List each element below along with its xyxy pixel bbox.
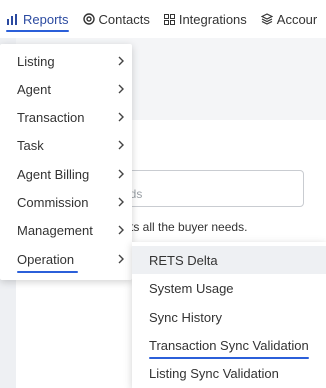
submenu-item-label: Transaction Sync Validation <box>149 337 309 359</box>
submenu-item-label: Listing Sync Validation <box>149 365 279 381</box>
submenu-item-rets-delta[interactable]: RETS Delta <box>132 246 326 274</box>
menu-item-transaction[interactable]: Transaction <box>0 103 132 131</box>
submenu-item-label: RETS Delta <box>149 252 218 268</box>
nav-integrations[interactable]: Integrations <box>158 0 247 38</box>
submenu-item-transaction-sync-validation[interactable]: Transaction Sync Validation <box>132 331 326 359</box>
menu-item-label: Operation <box>17 251 79 273</box>
menu-item-management[interactable]: Management <box>0 216 132 244</box>
nav-accounts[interactable]: Accour <box>255 0 317 38</box>
nav-contacts[interactable]: Contacts <box>77 0 150 38</box>
menu-item-label: Listing <box>17 53 55 69</box>
bar-chart-icon <box>7 13 17 25</box>
submenu-item-label: Sync History <box>149 309 222 325</box>
chevron-right-icon <box>118 84 124 94</box>
submenu-item-system-usage[interactable]: System Usage <box>132 274 326 302</box>
nav-integrations-label: Integrations <box>178 11 247 27</box>
menu-item-task[interactable]: Task <box>0 131 132 159</box>
chevron-right-icon <box>118 140 124 150</box>
nav-accounts-label: Accour <box>276 11 318 27</box>
menu-item-label: Transaction <box>17 109 85 125</box>
top-nav: Reports Contacts Integrations Accour <box>0 0 326 38</box>
nav-contacts-label: Contacts <box>98 11 150 27</box>
nav-reports-label: Reports <box>23 11 69 27</box>
menu-item-operation[interactable]: Operation <box>0 245 132 273</box>
chevron-right-icon <box>118 254 124 264</box>
menu-item-label: Task <box>17 137 44 153</box>
chevron-right-icon <box>118 112 124 122</box>
submenu-item-listing-sync-validation[interactable]: Listing Sync Validation <box>132 359 326 387</box>
operation-submenu: RETS Delta System Usage Sync History Tra… <box>132 242 326 388</box>
menu-item-label: Management <box>17 222 93 238</box>
submenu-item-sync-history[interactable]: Sync History <box>132 303 326 331</box>
at-sign-icon <box>82 13 95 25</box>
chevron-right-icon <box>118 56 124 66</box>
menu-item-label: Agent <box>17 81 51 97</box>
menu-item-agent[interactable]: Agent <box>0 75 132 103</box>
submenu-item-label: System Usage <box>149 280 234 296</box>
chevron-right-icon <box>118 197 124 207</box>
layers-icon <box>260 13 273 25</box>
grid-icon <box>163 13 175 25</box>
reports-menu: Listing Agent Transaction Task Agent Bil… <box>0 44 132 280</box>
menu-item-commission[interactable]: Commission <box>0 188 132 216</box>
menu-item-listing[interactable]: Listing <box>0 47 132 75</box>
buyer-needs-input[interactable]: eds <box>120 170 304 207</box>
chevron-right-icon <box>118 225 124 235</box>
helper-text: ts all the buyer needs. <box>130 220 248 234</box>
nav-reports[interactable]: Reports <box>0 0 69 38</box>
menu-item-label: Commission <box>17 194 89 210</box>
menu-item-label: Agent Billing <box>17 166 90 182</box>
chevron-right-icon <box>118 169 124 179</box>
menu-item-agent-billing[interactable]: Agent Billing <box>0 160 132 188</box>
